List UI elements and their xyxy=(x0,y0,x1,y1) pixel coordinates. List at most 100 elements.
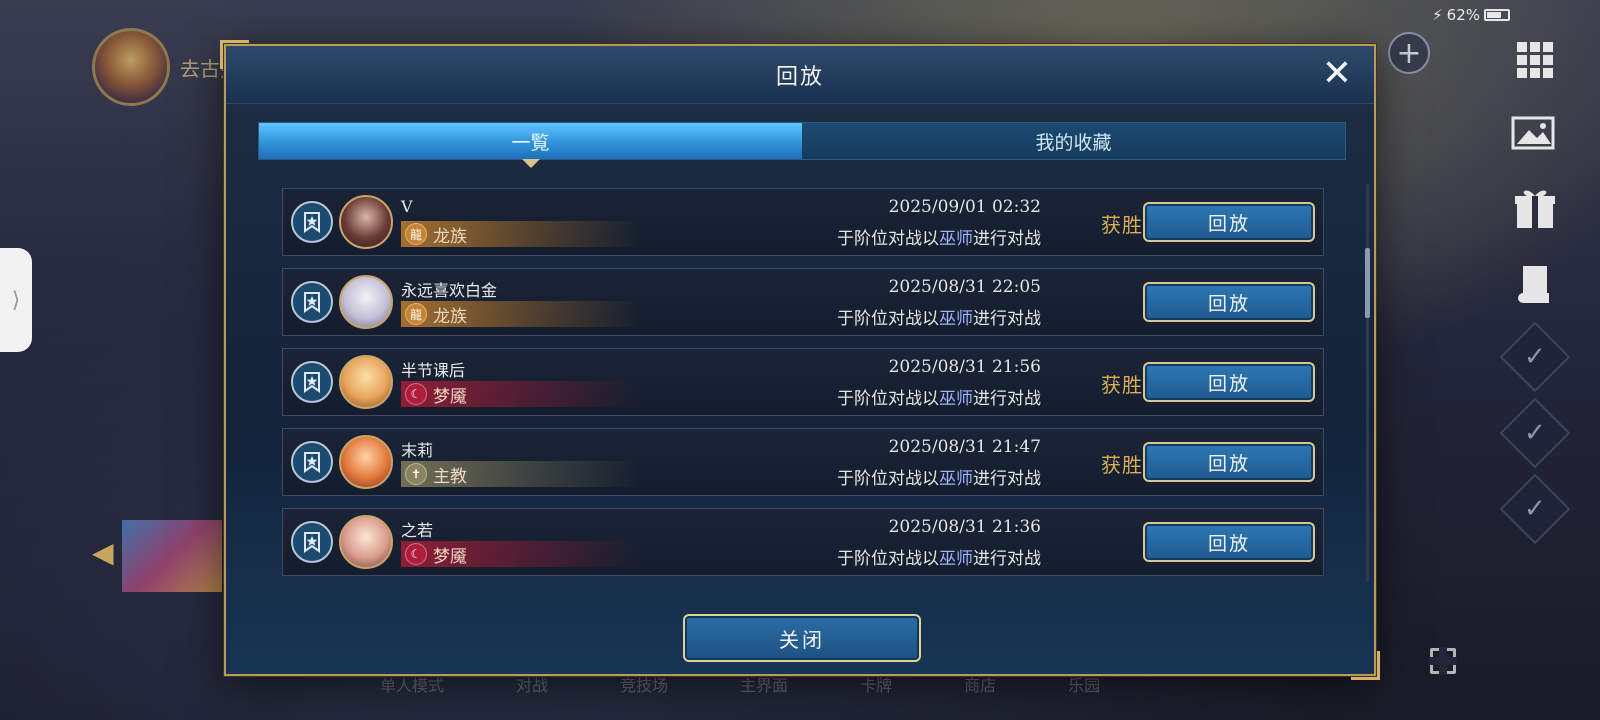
charging-icon: ⚡ xyxy=(1432,6,1443,24)
desc-suffix: 进行对战 xyxy=(973,389,1041,409)
opponent-name: V xyxy=(401,197,413,216)
desc-prefix: 于阶位对战以 xyxy=(837,229,939,249)
dragon-icon: 龍 xyxy=(405,303,427,325)
scroll-icon[interactable] xyxy=(1511,258,1559,306)
replay-tabs: 一覧 我的收藏 xyxy=(258,122,1346,168)
replay-dialog: 回放 ✕ 一覧 我的收藏 V 龍 龙族 2025/09/01 02:32 于阶位… xyxy=(220,40,1380,680)
replay-button[interactable]: 回放 xyxy=(1143,362,1315,402)
close-icon[interactable]: ✕ xyxy=(1322,56,1352,92)
favorite-star-button[interactable] xyxy=(291,201,333,243)
desc-suffix: 进行对战 xyxy=(973,309,1041,329)
player-avatar xyxy=(92,28,170,106)
replay-row: 末莉 ✝ 主教 2025/08/31 21:47 于阶位对战以巫师进行对战 获胜… xyxy=(282,428,1324,496)
favorite-star-button[interactable] xyxy=(291,521,333,563)
desc-prefix: 于阶位对战以 xyxy=(837,309,939,329)
mission-check-icon[interactable]: ✓ xyxy=(1499,397,1571,469)
opponent-avatar xyxy=(339,515,393,569)
opponent-class: ✝ 主教 xyxy=(401,461,641,487)
match-result: 获胜 xyxy=(1101,213,1143,237)
match-description: 于阶位对战以巫师进行对战 xyxy=(837,464,1041,489)
replay-row: V 龍 龙族 2025/09/01 02:32 于阶位对战以巫师进行对战 获胜 … xyxy=(282,188,1324,256)
carousel-prev-icon[interactable]: ◀ xyxy=(92,536,114,569)
opponent-class: ☾ 梦魇 xyxy=(401,541,641,567)
match-description: 于阶位对战以巫师进行对战 xyxy=(837,224,1041,249)
replay-button[interactable]: 回放 xyxy=(1143,202,1315,242)
match-description: 于阶位对战以巫师进行对战 xyxy=(837,544,1041,569)
replay-row: 永远喜欢白金 龍 龙族 2025/08/31 22:05 于阶位对战以巫师进行对… xyxy=(282,268,1324,336)
match-datetime: 2025/08/31 21:47 xyxy=(888,437,1041,457)
favorite-star-button[interactable] xyxy=(291,441,333,483)
scrollbar-thumb[interactable] xyxy=(1365,248,1370,318)
favorite-star-button[interactable] xyxy=(291,281,333,323)
dialog-header: 回放 ✕ xyxy=(226,46,1374,104)
opponent-avatar xyxy=(339,195,393,249)
match-datetime: 2025/09/01 02:32 xyxy=(888,197,1041,217)
close-button[interactable]: 关闭 xyxy=(683,614,921,662)
desc-suffix: 进行对战 xyxy=(973,549,1041,569)
gallery-icon[interactable] xyxy=(1511,110,1559,158)
side-drawer-tab[interactable]: ⟩ xyxy=(0,248,32,352)
background-player-card: 去古幾 xyxy=(92,28,240,106)
match-description: 于阶位对战以巫师进行对战 xyxy=(837,384,1041,409)
match-result: 获胜 xyxy=(1101,453,1143,477)
desc-class-highlight: 巫师 xyxy=(939,309,973,329)
opponent-name: 永远喜欢白金 xyxy=(401,281,498,300)
class-label: 龙族 xyxy=(433,306,467,327)
desc-suffix: 进行对战 xyxy=(973,229,1041,249)
bookmark-star-icon xyxy=(304,212,320,233)
match-datetime: 2025/08/31 22:05 xyxy=(888,277,1041,297)
replay-list: V 龍 龙族 2025/09/01 02:32 于阶位对战以巫师进行对战 获胜 … xyxy=(282,188,1324,588)
mission-check-icon[interactable]: ✓ xyxy=(1499,473,1571,545)
fullscreen-icon[interactable] xyxy=(1429,647,1457,675)
desc-prefix: 于阶位对战以 xyxy=(837,469,939,489)
class-label: 主教 xyxy=(433,466,467,487)
promo-banner[interactable] xyxy=(122,520,222,592)
opponent-avatar xyxy=(339,435,393,489)
dragon-icon: 龍 xyxy=(405,223,427,245)
match-result: 获胜 xyxy=(1101,373,1143,397)
opponent-class: 龍 龙族 xyxy=(401,301,641,327)
battery-icon xyxy=(1484,9,1510,21)
opponent-avatar xyxy=(339,355,393,409)
tab-favorites[interactable]: 我的收藏 xyxy=(802,123,1345,159)
class-label: 梦魇 xyxy=(433,386,467,407)
nightmare-icon: ☾ xyxy=(405,383,427,405)
desc-suffix: 进行对战 xyxy=(973,469,1041,489)
replay-row: 半节课后 ☾ 梦魇 2025/08/31 21:56 于阶位对战以巫师进行对战 … xyxy=(282,348,1324,416)
replay-button[interactable]: 回放 xyxy=(1143,442,1315,482)
match-datetime: 2025/08/31 21:56 xyxy=(888,357,1041,377)
gift-icon[interactable] xyxy=(1511,184,1559,232)
tab-all[interactable]: 一覧 xyxy=(259,123,802,168)
opponent-name: 半节课后 xyxy=(401,361,466,380)
mission-check-icon[interactable]: ✓ xyxy=(1499,321,1571,393)
bookmark-star-icon xyxy=(304,452,320,473)
match-description: 于阶位对战以巫师进行对战 xyxy=(837,304,1041,329)
desc-class-highlight: 巫师 xyxy=(939,469,973,489)
nightmare-icon: ☾ xyxy=(405,543,427,565)
desc-class-highlight: 巫师 xyxy=(939,229,973,249)
desc-prefix: 于阶位对战以 xyxy=(837,389,939,409)
bishop-icon: ✝ xyxy=(405,463,427,485)
desc-class-highlight: 巫师 xyxy=(939,389,973,409)
add-icon[interactable]: + xyxy=(1388,32,1430,74)
bookmark-star-icon xyxy=(304,372,320,393)
replay-button[interactable]: 回放 xyxy=(1143,282,1315,322)
match-datetime: 2025/08/31 21:36 xyxy=(888,517,1041,537)
replay-button[interactable]: 回放 xyxy=(1143,522,1315,562)
class-label: 龙族 xyxy=(433,226,467,247)
status-bar: ⚡ 62% xyxy=(1432,6,1510,24)
battery-percent: 62% xyxy=(1446,6,1480,24)
class-label: 梦魇 xyxy=(433,546,467,567)
right-rail: ✓ ✓ ✓ xyxy=(1499,36,1571,545)
desc-prefix: 于阶位对战以 xyxy=(837,549,939,569)
favorite-star-button[interactable] xyxy=(291,361,333,403)
opponent-avatar xyxy=(339,275,393,329)
replay-row: 之若 ☾ 梦魇 2025/08/31 21:36 于阶位对战以巫师进行对战 回放 xyxy=(282,508,1324,576)
desc-class-highlight: 巫师 xyxy=(939,549,973,569)
opponent-name: 末莉 xyxy=(401,441,434,460)
list-scrollbar[interactable] xyxy=(1365,184,1370,582)
opponent-name: 之若 xyxy=(401,521,434,540)
dialog-title: 回放 xyxy=(775,64,824,90)
bookmark-star-icon xyxy=(304,292,320,313)
grid-menu-icon[interactable] xyxy=(1511,36,1559,84)
